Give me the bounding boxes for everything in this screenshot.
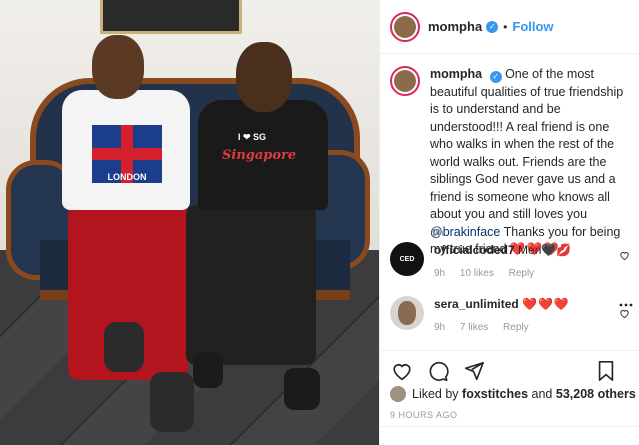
- caption-text: mompha ✓ One of the most beautiful quali…: [430, 66, 630, 259]
- author-username[interactable]: mompha: [428, 19, 482, 34]
- verified-badge-icon: ✓: [489, 71, 502, 83]
- person-right-pants: [186, 205, 316, 365]
- person-left-shoe: [104, 322, 144, 372]
- avatar-image: [394, 70, 416, 92]
- comment-item: CED officialcoded7 Men🖤💋 9h 10 likes Rep…: [390, 242, 635, 279]
- post-photo[interactable]: LONDON I ❤ SG Singapore: [0, 0, 379, 445]
- comment-time[interactable]: 9h: [434, 268, 445, 279]
- comment-line: officialcoded7 Men🖤💋: [434, 242, 624, 258]
- person-left-head: [92, 35, 144, 99]
- post-header: mompha ✓ • Follow: [380, 0, 639, 54]
- liker-avatar[interactable]: [390, 386, 406, 402]
- first-liker-link[interactable]: foxstitches: [462, 387, 528, 401]
- person-right-shoe: [284, 368, 320, 410]
- shirt-small-text: I ❤ SG: [238, 132, 267, 142]
- post-actions: [380, 350, 639, 386]
- comment-username[interactable]: sera_unlimited: [434, 297, 519, 311]
- comment-item: sera_unlimited ❤️❤️❤️ 9h 7 likes Reply: [390, 296, 635, 333]
- person-right-head: [236, 42, 292, 112]
- post-side-panel: mompha ✓ • Follow mompha ✓ One of the mo…: [379, 0, 639, 445]
- heart-icon[interactable]: [390, 359, 414, 383]
- commenter-avatar[interactable]: CED: [390, 242, 424, 276]
- comment-meta: 9h 10 likes Reply: [434, 268, 624, 279]
- comment-line: sera_unlimited ❤️❤️❤️: [434, 296, 624, 312]
- likes-others-link[interactable]: 53,208 others: [556, 387, 636, 401]
- save-icon[interactable]: [594, 359, 618, 383]
- avatar-image: [394, 15, 416, 38]
- follow-button[interactable]: Follow: [512, 19, 553, 34]
- caption-body: One of the most beautiful qualities of t…: [430, 67, 624, 221]
- comment-meta: 9h 7 likes Reply: [434, 322, 624, 333]
- verified-badge-icon: ✓: [486, 20, 499, 33]
- separator-dot: •: [503, 19, 508, 34]
- comment-body: sera_unlimited ❤️❤️❤️ 9h 7 likes Reply: [434, 296, 624, 333]
- comment-likes[interactable]: 10 likes: [460, 268, 494, 279]
- panel-bottom-divider: [380, 426, 639, 445]
- avatar-label: CED: [399, 255, 415, 263]
- likes-connector: and: [531, 387, 553, 401]
- wall-picture-frame: [100, 0, 242, 34]
- post-caption: mompha ✓ One of the most beautiful quali…: [390, 66, 635, 259]
- post-timestamp[interactable]: 9 HOURS AGO: [390, 410, 458, 420]
- shirt-singapore-text: Singapore: [222, 148, 297, 163]
- comment-text: ❤️❤️❤️: [522, 297, 570, 311]
- person-left-shoe: [150, 372, 194, 432]
- likes-prefix: Liked by: [412, 387, 459, 401]
- reply-button[interactable]: Reply: [509, 268, 535, 279]
- comment-like-heart-icon[interactable]: [619, 250, 631, 262]
- avatar-image: [398, 301, 416, 325]
- comment-text: Men🖤💋: [518, 243, 572, 257]
- caption-username[interactable]: mompha: [430, 67, 482, 81]
- comment-icon[interactable]: [426, 359, 450, 383]
- reply-button[interactable]: Reply: [503, 322, 529, 333]
- shirt-london-text: LONDON: [107, 172, 147, 182]
- commenter-avatar[interactable]: [390, 296, 424, 330]
- person-right-shoe: [193, 352, 223, 388]
- likes-summary: Liked by foxstitches and 53,208 others: [390, 386, 636, 402]
- comment-likes[interactable]: 7 likes: [460, 322, 488, 333]
- comment-like-heart-icon[interactable]: [619, 308, 631, 320]
- caption-time: 9h: [432, 227, 444, 239]
- comment-time[interactable]: 9h: [434, 322, 445, 333]
- caption-avatar[interactable]: [390, 66, 420, 96]
- author-avatar[interactable]: [390, 11, 420, 42]
- comment-body: officialcoded7 Men🖤💋 9h 10 likes Reply: [434, 242, 624, 279]
- share-icon[interactable]: [462, 359, 486, 383]
- comment-username[interactable]: officialcoded7: [434, 243, 515, 257]
